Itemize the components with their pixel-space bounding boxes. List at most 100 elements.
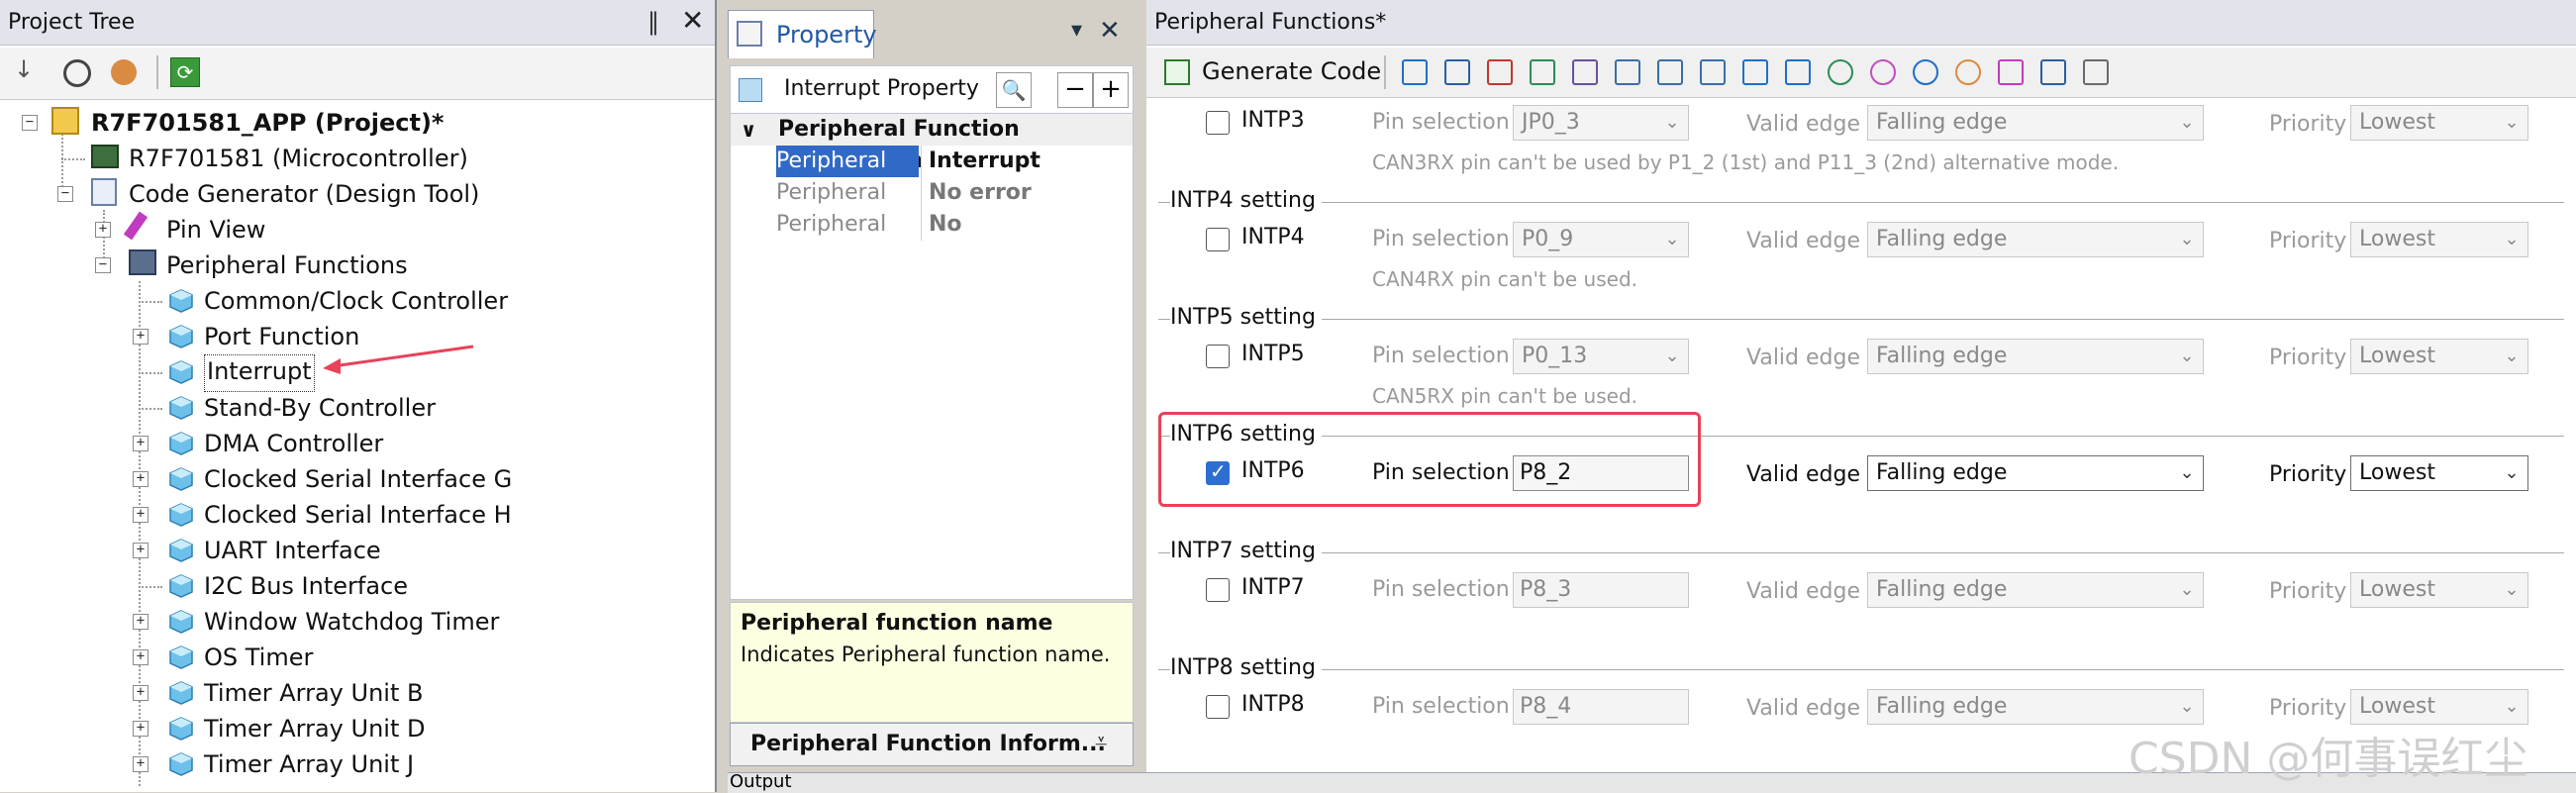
chevron-down-icon: ⌄: [2504, 229, 2520, 249]
generate-code-button[interactable]: Generate Code: [1202, 57, 1381, 85]
collapse-toggle[interactable]: −: [22, 115, 38, 131]
intp6-edge-select[interactable]: Falling edge ⌄: [1867, 455, 2204, 491]
toolbar-tool-icon[interactable]: [1615, 59, 1640, 85]
intp8-checkbox[interactable]: [1206, 695, 1230, 719]
tree-item-timer-array-unit-b[interactable]: Timer Array Unit B: [204, 675, 423, 711]
column-divider: [921, 146, 922, 177]
output-label[interactable]: Output: [730, 771, 792, 792]
tree-item-common-clock-controller[interactable]: Common/Clock Controller: [204, 283, 508, 319]
expand-toggle[interactable]: +: [133, 507, 149, 523]
microcontroller-icon: [91, 145, 119, 168]
tree-item-microcontroller[interactable]: R7F701581 (Microcontroller): [129, 141, 468, 176]
project-tree-toolbar: [0, 48, 715, 100]
tree-item-uart-interface[interactable]: UART Interface: [204, 533, 381, 568]
intp3-label: INTP3: [1241, 108, 1305, 133]
tree-item-window-watchdog-timer[interactable]: Window Watchdog Timer: [204, 604, 499, 640]
search-icon[interactable]: 🔍: [996, 72, 1032, 108]
tree-item-timer-array-unit-j[interactable]: Timer Array Unit J: [204, 746, 414, 782]
toolbar-tool-icon[interactable]: [1487, 59, 1513, 85]
toolbar-tool-icon[interactable]: [1402, 59, 1428, 85]
expand-toggle[interactable]: +: [133, 614, 149, 630]
toolbar-tool-icon[interactable]: [1913, 59, 1938, 85]
toolbar-tool-icon[interactable]: [1700, 59, 1726, 85]
intp8-edge-select: Falling edge ⌄: [1867, 689, 2204, 725]
tab-menu-icon[interactable]: ⩡: [1095, 730, 1107, 754]
pin-selection-label: Pin selection: [1372, 227, 1510, 251]
chevron-down-icon: ⌄: [2179, 696, 2195, 717]
tab-peripheral-function-information[interactable]: Peripheral Function Inform... ⩡: [730, 723, 1134, 766]
toolbar-tool-icon[interactable]: [1828, 59, 1853, 85]
collapse-toggle[interactable]: −: [57, 186, 73, 202]
close-icon[interactable]: ✕: [681, 4, 704, 37]
expand-toggle[interactable]: +: [133, 436, 149, 451]
tree-item-stand-by-controller[interactable]: Stand-By Controller: [204, 390, 436, 426]
chevron-down-icon: ⌄: [2179, 346, 2195, 366]
toolbar-tool-icon[interactable]: [2040, 59, 2066, 85]
pin-icon[interactable]: ‖: [647, 8, 659, 36]
tree-item-project[interactable]: R7F701581_APP (Project)*: [91, 105, 444, 141]
sort-icon[interactable]: ↓: [14, 55, 34, 83]
tree-item-peripheral-functions[interactable]: Peripheral Functions: [166, 248, 408, 283]
property-category[interactable]: ∨ Peripheral Function Information: [731, 114, 1133, 173]
tree-item-os-timer[interactable]: OS Timer: [204, 640, 313, 675]
valid-edge-label: Valid edge: [1746, 579, 1861, 604]
edge-value: Falling edge: [1876, 227, 2008, 251]
expand-toggle[interactable]: +: [133, 685, 149, 701]
tree-item-interrupt[interactable]: Interrupt: [204, 354, 315, 392]
tree-item-pin-view[interactable]: Pin View: [166, 212, 265, 248]
toolbar-tool-icon[interactable]: [1530, 59, 1555, 85]
tree-item-timer-array-unit-d[interactable]: Timer Array Unit D: [204, 711, 425, 746]
chevron-down-icon: ∨: [741, 118, 757, 142]
expand-toggle[interactable]: +: [133, 329, 149, 345]
tree-item-clocked-serial-interface-g[interactable]: Clocked Serial Interface G: [204, 461, 512, 497]
intp3-checkbox[interactable]: [1206, 111, 1230, 135]
peripheral-module-icon: [168, 466, 194, 492]
intp7-label: INTP7: [1241, 575, 1305, 600]
property-close-icon[interactable]: ✕: [1099, 16, 1121, 46]
bottom-tab-label: Peripheral Function Inform...: [750, 732, 1106, 756]
intp7-checkbox[interactable]: [1206, 578, 1230, 602]
tab-property[interactable]: Property: [728, 10, 877, 58]
priority-label: Priority: [2269, 462, 2347, 487]
priority-value: Lowest: [2359, 694, 2435, 719]
expand-toggle[interactable]: +: [95, 222, 111, 238]
toolbar-tool-icon[interactable]: [1444, 59, 1470, 85]
property-row[interactable]: Peripheral fun No error: [731, 177, 1133, 209]
property-row[interactable]: Peripheral fun Interrupt: [731, 146, 1133, 177]
user-icon[interactable]: [111, 59, 137, 85]
clock-icon[interactable]: [63, 59, 91, 87]
expand-toggle[interactable]: +: [133, 756, 149, 772]
toolbar-tool-icon[interactable]: [1657, 59, 1683, 85]
generate-code-icon: [1164, 59, 1190, 85]
tree-item-clocked-serial-interface-h[interactable]: Clocked Serial Interface H: [204, 497, 512, 533]
toolbar-tool-icon[interactable]: [1572, 59, 1598, 85]
section-divider: [1158, 202, 2564, 203]
intp5-checkbox[interactable]: [1206, 345, 1230, 368]
toolbar-tool-icon[interactable]: [1998, 59, 2024, 85]
expand-toggle[interactable]: +: [133, 543, 149, 558]
intp4-checkbox[interactable]: [1206, 228, 1230, 251]
collapse-toggle[interactable]: −: [95, 257, 111, 273]
intp5-pin-select: P0_13 ⌄: [1513, 339, 1689, 374]
chevron-down-icon: ⌄: [1664, 229, 1680, 249]
toolbar-tool-icon[interactable]: [1785, 59, 1811, 85]
toolbar-tool-icon[interactable]: [1742, 59, 1768, 85]
pin-view-icon: [123, 211, 149, 241]
expand-all-button[interactable]: +: [1093, 72, 1129, 108]
property-header: Interrupt Property 🔍 − +: [730, 65, 1134, 115]
expand-toggle[interactable]: +: [133, 721, 149, 737]
property-row[interactable]: Peripheral fun No: [731, 209, 1133, 241]
expand-toggle[interactable]: +: [133, 649, 149, 665]
intp6-priority-select[interactable]: Lowest ⌄: [2350, 455, 2528, 491]
edge-value: Falling edge: [1876, 344, 2008, 368]
toolbar-tool-icon[interactable]: [1870, 59, 1896, 85]
tree-item-code-generator[interactable]: Code Generator (Design Tool): [129, 176, 479, 212]
tree-item-dma-controller[interactable]: DMA Controller: [204, 426, 383, 461]
collapse-all-button[interactable]: −: [1057, 72, 1093, 108]
tree-item-i2c-bus-interface[interactable]: I2C Bus Interface: [204, 568, 408, 604]
toolbar-tool-icon[interactable]: [1955, 59, 1981, 85]
dropdown-icon[interactable]: ▾: [1071, 18, 1082, 43]
toolbar-tool-icon[interactable]: [2083, 59, 2109, 85]
refresh-icon[interactable]: ⟳: [170, 57, 200, 87]
expand-toggle[interactable]: +: [133, 471, 149, 487]
